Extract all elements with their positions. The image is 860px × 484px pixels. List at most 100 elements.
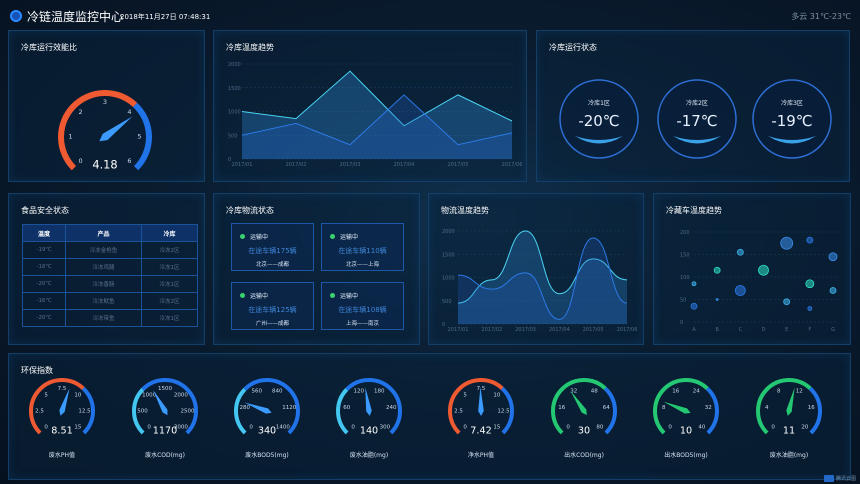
panel-reefer: 冷藏车温度趋势 200 150 100 50 0 A B C D E F G xyxy=(653,193,851,345)
x-tick-label: 2017/04 xyxy=(394,162,415,168)
y-tick-label: 500 xyxy=(228,133,238,139)
gauge-tick-label: 5 xyxy=(44,393,48,399)
gauge-tick-label: 840 xyxy=(272,389,283,395)
y-tick-label: 0 xyxy=(680,320,683,326)
gauge-tick-label: 0 xyxy=(463,425,467,431)
bubble-point xyxy=(780,236,794,250)
y-tick-label: 150 xyxy=(680,253,690,259)
gauge-tick-label: 12 xyxy=(796,389,803,395)
gauge-tick-label: 300 xyxy=(380,425,391,431)
table-header: 冷库 xyxy=(141,224,198,242)
x-tick-label: 2017/01 xyxy=(448,327,469,333)
panel-logistics: 冷库物流状态 运输中 在途车辆175辆 北京——成都 运输中 在途车辆110辆 … xyxy=(213,193,420,345)
cell: 冷冻鱿鱼 xyxy=(65,292,143,310)
card-vehicles: 在途车辆125辆 xyxy=(248,306,297,314)
gauge-tick-label: 0 xyxy=(668,425,672,431)
gauge-tick-label: 0 xyxy=(771,425,775,431)
gauge-tick-label: 3 xyxy=(103,98,107,106)
gauge-tick-label: 32 xyxy=(705,405,712,411)
gauge-label: 废水PH值 xyxy=(49,451,75,459)
gauge-tick-label: 2.5 xyxy=(454,409,463,415)
panel-title: 食品安全状态 xyxy=(21,206,69,215)
gauge-tick-label: 560 xyxy=(252,389,263,395)
x-tick-label: G xyxy=(831,327,835,333)
temp-trend-chart: 20001500100050002017/01 2017/02 2017/03 201… xyxy=(228,62,523,168)
x-tick-label: D xyxy=(762,327,766,333)
table-row: -20℃ 冷冻带鱼 冷冻1区 xyxy=(21,309,198,327)
x-tick-label: A xyxy=(692,327,696,333)
gauge-tick-label: 1000 xyxy=(142,393,156,399)
cell: -16℃ xyxy=(21,292,67,310)
gauge-label: 净水PH值 xyxy=(468,451,494,459)
gauge-hub xyxy=(102,134,108,140)
card-vehicles: 在途车辆110辆 xyxy=(338,247,387,255)
status-dot-icon xyxy=(240,234,245,239)
y-tick-label: 1500 xyxy=(442,252,455,258)
cell: 冷冻1区 xyxy=(141,258,198,276)
logistics-card[interactable]: 运输中 在途车辆175辆 北京——成都 xyxy=(231,223,314,271)
env-gauges: 02.557.51012.5158.51废水PH值050010001500200… xyxy=(29,378,822,459)
gauge-tick-label: 64 xyxy=(603,405,610,411)
x-tick-label: 2017/02 xyxy=(481,327,502,333)
card-status: 运输中 xyxy=(250,293,269,300)
logistics-card[interactable]: 运输中 在途车辆125辆 广州——成都 xyxy=(231,282,314,330)
gauge-value: 30 xyxy=(578,425,590,436)
card-status: 运输中 xyxy=(250,234,269,241)
cell: 冷冻1区 xyxy=(141,309,198,327)
cell: -19℃ xyxy=(21,241,67,259)
logistics-card[interactable]: 运输中 在途车辆108辆 上海——南京 xyxy=(321,282,404,330)
panel-status: 冷库运行状态 冷库1区 -20℃ 冷库2区 -17℃ 冷库3区 -19℃ xyxy=(536,30,850,182)
table-header: 温度 xyxy=(21,224,67,242)
x-tick-label: B xyxy=(715,327,719,333)
gauge-tick-label: 2500 xyxy=(181,409,195,415)
x-tick-label: F xyxy=(808,327,811,333)
gauge-tick-label: 80 xyxy=(596,425,603,431)
logistics-card[interactable]: 运输中 在途车辆110辆 北京——上海 xyxy=(321,223,404,271)
gauge-value: 140 xyxy=(360,425,378,436)
brand-icon xyxy=(823,475,834,482)
gauge-tick-label: 0 xyxy=(566,425,570,431)
zone-temp: -19℃ xyxy=(771,112,812,130)
card-vehicles: 在途车辆108辆 xyxy=(338,306,387,314)
gauge-tick-label: 240 xyxy=(386,405,397,411)
x-tick-label: E xyxy=(785,327,788,333)
card-route: 上海——南京 xyxy=(345,321,379,327)
status-dot-icon xyxy=(330,234,335,239)
flow-trend-chart: 2000 1500 1000 500 02017/01 2017/02 2017/03 201… xyxy=(442,229,637,333)
table-row: -18℃ 冷冻鸡腿 冷冻1区 xyxy=(21,258,198,276)
gauge-tick-label: 0 xyxy=(249,425,253,431)
cell: 冷冻鸡腿 xyxy=(65,258,143,276)
gauge-label: 出水BOD5(mg) xyxy=(664,451,708,459)
gauge-tick-label: 15 xyxy=(493,425,500,431)
card-route: 北京——上海 xyxy=(345,262,379,268)
gauge-arc-main xyxy=(336,388,349,435)
panel-title: 冷库物流状态 xyxy=(226,206,274,215)
cell: 冷冻2区 xyxy=(141,292,198,310)
gauge-arc-main xyxy=(234,388,247,435)
gauge-hub xyxy=(265,409,269,413)
gauge-tick-label: 32 xyxy=(570,389,577,395)
zone-temp: -20℃ xyxy=(578,112,619,130)
gauge-hub xyxy=(163,409,167,413)
y-tick-label: 2000 xyxy=(228,62,241,68)
bubble-point xyxy=(691,281,697,287)
food-table: 温度 产品 冷库 -19℃ 冷冻金枪鱼 冷冻2区 -18℃ 冷冻鸡腿 冷冻1区 -20℃… xyxy=(21,224,198,327)
card-status: 运输中 xyxy=(340,293,359,300)
cell: 冷冻2区 xyxy=(141,241,198,259)
cell: 冷冻1区 xyxy=(141,275,198,293)
cell: -20℃ xyxy=(21,309,67,327)
bubble-point xyxy=(807,306,813,311)
gauge-label: 废水BOD5(mg) xyxy=(245,451,289,459)
gauge-tick-label: 1400 xyxy=(276,425,290,431)
gauge-hub xyxy=(787,409,791,413)
gauge-tick-label: 2.5 xyxy=(35,409,44,415)
status-dot-icon xyxy=(240,293,245,298)
bubble-point xyxy=(828,252,838,262)
x-tick-label: C xyxy=(739,327,743,333)
gauge-tick-label: 2000 xyxy=(174,393,188,399)
x-tick-label: 2017/06 xyxy=(502,162,523,168)
bubble-point xyxy=(715,298,719,301)
table-header: 产品 xyxy=(65,224,143,242)
table-row: -16℃ 冷冻鱿鱼 冷冻2区 xyxy=(21,292,198,310)
panel-temp-trend: 冷库温度趋势 2000 1500 1000 500 0 2017/01 2017/02 201… xyxy=(213,30,527,182)
